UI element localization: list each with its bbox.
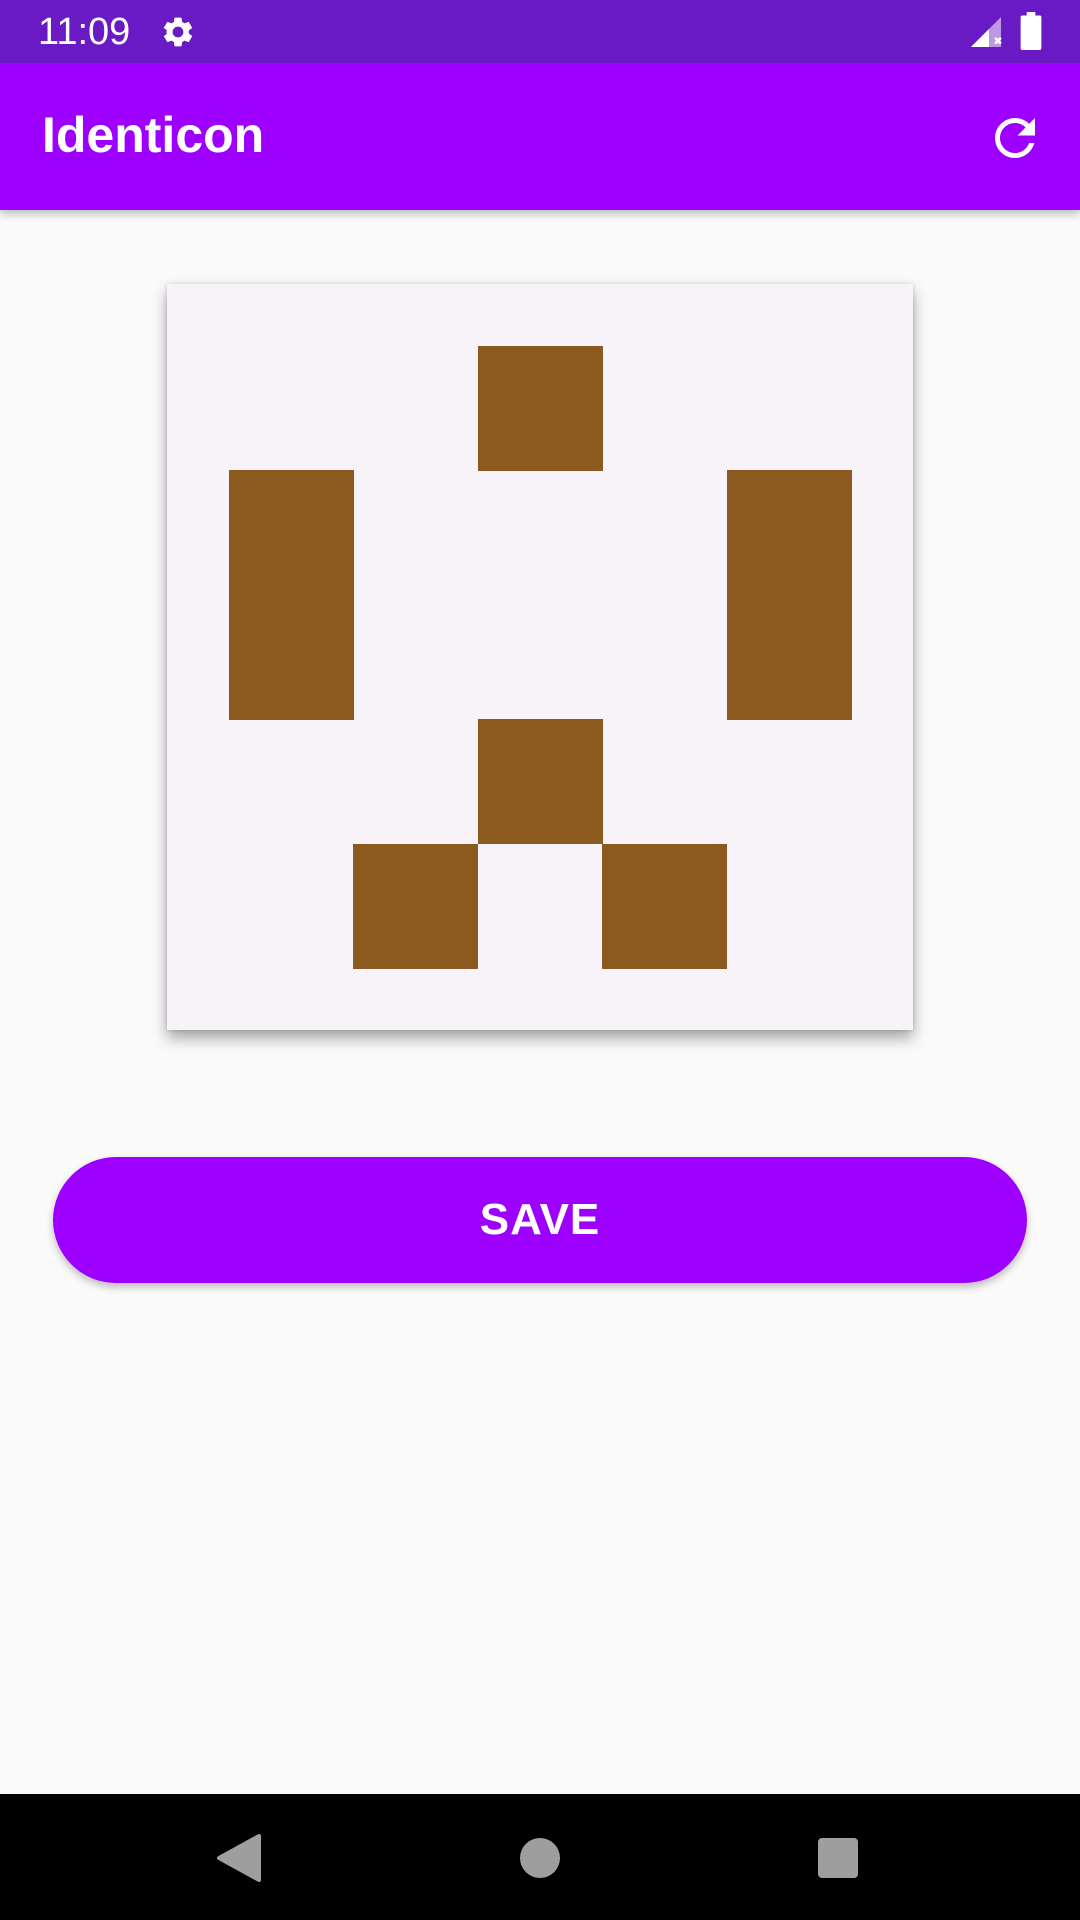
navigation-bar	[0, 1794, 1080, 1920]
back-icon[interactable]	[217, 1834, 261, 1882]
status-time: 11:09	[38, 11, 131, 53]
gear-icon	[163, 17, 193, 47]
identicon-grid	[229, 346, 852, 969]
identicon-cell	[353, 843, 479, 969]
home-icon[interactable]	[520, 1838, 560, 1878]
identicon-cell	[726, 470, 852, 596]
recents-icon[interactable]	[818, 1838, 858, 1878]
app-title: Identicon	[42, 107, 265, 163]
status-bar: 11:09	[0, 0, 1080, 63]
refresh-icon[interactable]	[985, 108, 1045, 168]
identicon-cell	[477, 719, 603, 845]
identicon-cell	[477, 346, 603, 471]
identicon-cell	[726, 594, 852, 720]
identicon-cell	[229, 594, 354, 720]
identicon-cell	[602, 843, 728, 969]
identicon-card	[167, 284, 913, 1030]
identicon-cell	[229, 470, 354, 596]
battery-icon	[1020, 12, 1042, 50]
app-bar: Identicon	[0, 63, 1080, 210]
signal-icon	[971, 17, 1002, 47]
save-button[interactable]: SAVE	[53, 1157, 1027, 1283]
